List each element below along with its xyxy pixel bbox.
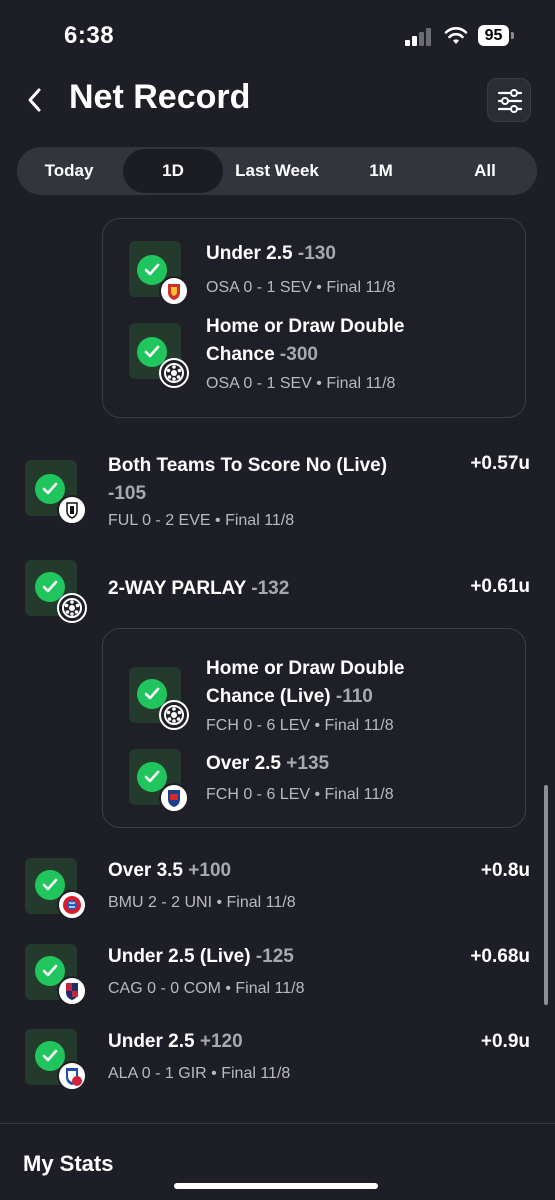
bet-amount: +0.8u — [480, 860, 530, 881]
battery-icon: 95 — [478, 25, 514, 46]
battery-level: 95 — [478, 25, 509, 46]
tab-1d[interactable]: 1D — [123, 149, 223, 193]
leg-odds: -110 — [335, 686, 373, 707]
leg-title: Home or Draw Double Chance -300 — [206, 316, 405, 365]
leg-result: FCH 0 - 6 LEV • Final 11/8 — [206, 717, 394, 734]
leg-result: OSA 0 - 1 SEV • Final 11/8 — [206, 375, 396, 392]
bet-result: CAG 0 - 0 COM • Final 11/8 — [108, 980, 305, 997]
cagliari-crest-icon — [57, 976, 87, 1006]
back-button[interactable] — [25, 86, 45, 114]
alaves-crest-icon — [57, 1061, 87, 1091]
filter-button[interactable] — [487, 78, 531, 122]
sevilla-crest-icon — [159, 276, 189, 306]
bet-amount: +0.57u — [470, 453, 530, 474]
leg-odds: -130 — [297, 243, 336, 264]
my-stats-heading[interactable]: My Stats — [23, 1151, 113, 1177]
parlay-legs-card: Home or Draw Double Chance (Live) -110 F… — [102, 628, 526, 828]
fulham-crest-icon — [57, 495, 87, 525]
sliders-icon — [497, 89, 523, 113]
tab-all[interactable]: All — [433, 147, 537, 195]
time-range-tabs: Today 1D Last Week 1M All — [17, 147, 537, 195]
home-indicator[interactable] — [174, 1183, 378, 1189]
chevron-left-icon — [28, 88, 41, 112]
bet-result: FUL 0 - 2 EVE • Final 11/8 — [108, 512, 295, 529]
bet-odds: -105 — [108, 483, 147, 504]
leg-title: Home or Draw Double Chance (Live) -110 — [206, 658, 405, 707]
wifi-icon — [444, 26, 468, 46]
leg-title: Under 2.5 -130 — [206, 243, 336, 264]
bet-odds: +100 — [188, 860, 232, 881]
bayern-crest-icon — [57, 890, 87, 920]
bet-amount: +0.68u — [470, 946, 530, 967]
scrollbar[interactable] — [544, 785, 548, 1005]
leg-result: FCH 0 - 6 LEV • Final 11/8 — [206, 786, 394, 803]
bet-row[interactable]: Under 2.5 (Live) -125 CAG 0 - 0 COM • Fi… — [0, 938, 555, 1008]
leg-odds: +135 — [286, 753, 330, 774]
tab-last-week[interactable]: Last Week — [225, 147, 329, 195]
page-title: Net Record — [69, 78, 251, 116]
bet-odds: -125 — [255, 946, 294, 967]
heidenheim-crest-icon — [159, 783, 189, 813]
bet-odds: +120 — [199, 1031, 243, 1052]
bet-title: 2-WAY PARLAY -132 — [108, 578, 290, 599]
parlay-legs-card: Under 2.5 -130 OSA 0 - 1 SEV • Final 11/… — [102, 218, 526, 418]
bet-title: Under 2.5 +120 — [108, 1031, 243, 1052]
leg-odds: -300 — [279, 344, 318, 365]
bet-row-parlay[interactable]: 2-WAY PARLAY -132 +0.61u — [0, 560, 555, 623]
bet-title: Both Teams To Score No (Live) -105 — [108, 452, 387, 508]
bet-odds: -132 — [251, 578, 290, 599]
bet-row-btts[interactable]: Both Teams To Score No (Live) -105 FUL 0… — [0, 440, 555, 540]
bet-result: ALA 0 - 1 GIR • Final 11/8 — [108, 1065, 291, 1082]
bet-amount: +0.61u — [470, 576, 530, 597]
soccer-ball-icon — [159, 358, 189, 388]
bet-row[interactable]: Under 2.5 +120 ALA 0 - 1 GIR • Final 11/… — [0, 1023, 555, 1093]
bet-title: Under 2.5 (Live) -125 — [108, 946, 294, 967]
soccer-ball-icon — [159, 700, 189, 730]
bet-result: BMU 2 - 2 UNI • Final 11/8 — [108, 894, 296, 911]
tab-today[interactable]: Today — [17, 147, 121, 195]
tab-1m[interactable]: 1M — [329, 147, 433, 195]
cellular-signal-icon — [405, 28, 435, 46]
bet-amount: +0.9u — [480, 1031, 530, 1052]
leg-result: OSA 0 - 1 SEV • Final 11/8 — [206, 279, 396, 296]
section-divider — [0, 1123, 555, 1124]
bet-title: Over 3.5 +100 — [108, 860, 232, 881]
leg-title: Over 2.5 +135 — [206, 753, 330, 774]
status-time: 6:38 — [64, 22, 115, 49]
soccer-ball-icon — [57, 593, 87, 623]
bet-row[interactable]: Over 3.5 +100 BMU 2 - 2 UNI • Final 11/8… — [0, 852, 555, 922]
